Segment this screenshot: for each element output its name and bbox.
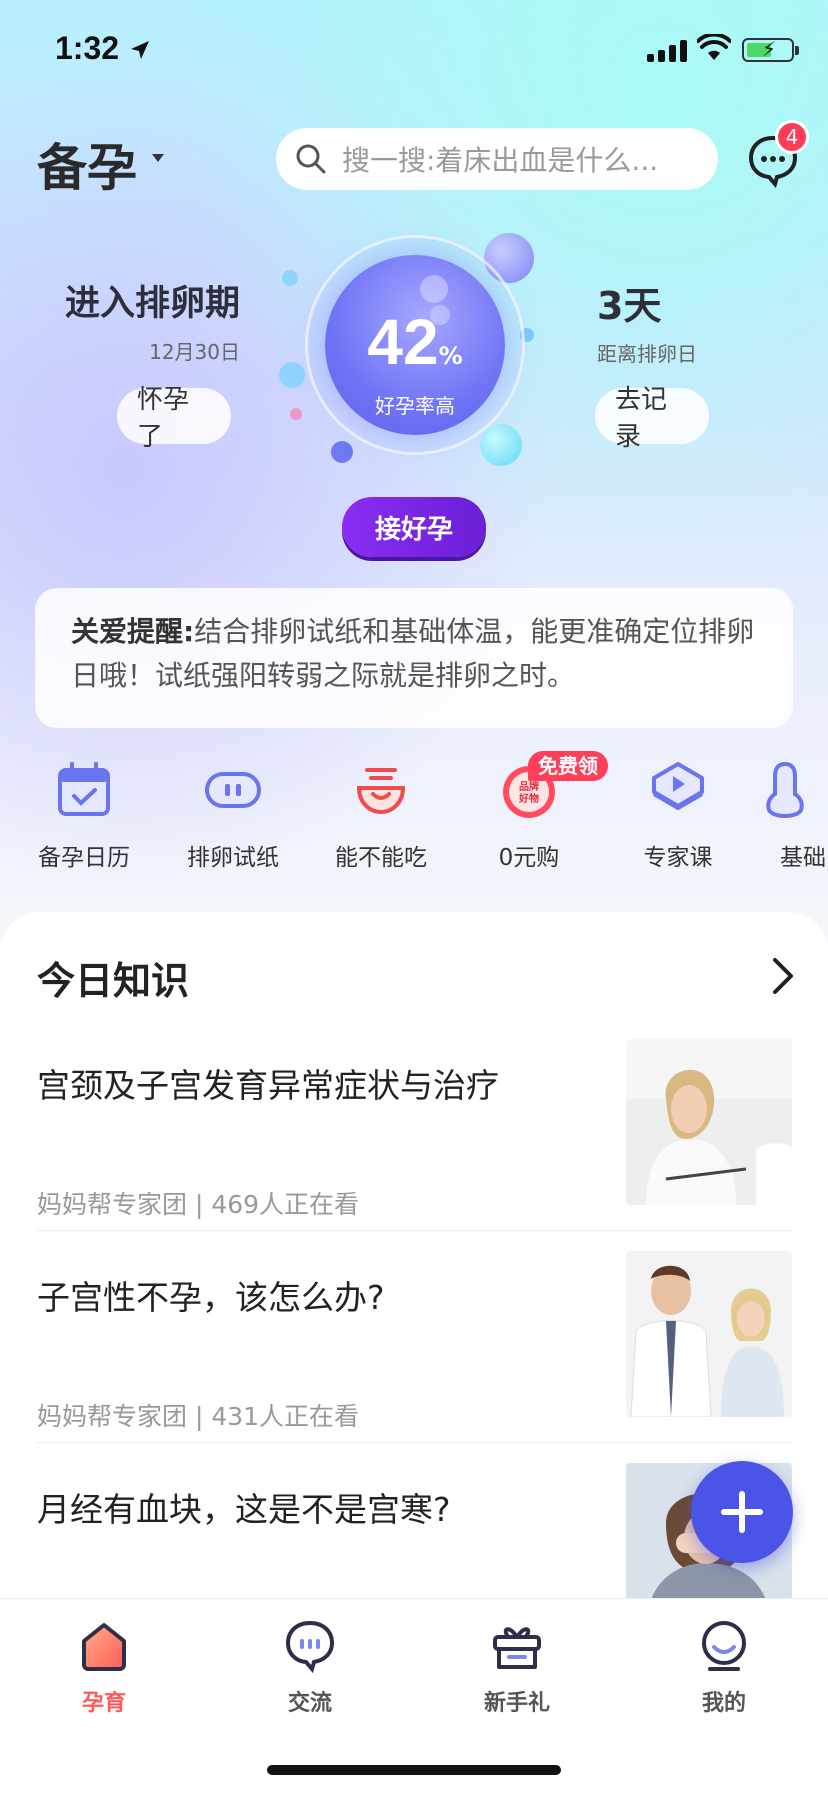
tab-label: 新手礼	[483, 1691, 550, 1716]
tab-xinshouli[interactable]: 新手礼	[457, 1617, 577, 1717]
caret-down-icon[interactable]	[152, 154, 164, 162]
add-post-button[interactable]	[691, 1461, 793, 1563]
calendar-icon	[58, 762, 110, 816]
shortcut-basal-temperature[interactable]: 基础	[752, 760, 828, 872]
message-badge: 4	[775, 120, 809, 154]
shortcut-label: 备孕日历	[38, 845, 130, 871]
section-title: 今日知识	[37, 959, 190, 1003]
pregnant-button[interactable]: 怀孕了	[117, 385, 231, 452]
profile-icon	[702, 1621, 746, 1671]
test-strip-icon	[205, 772, 261, 808]
ovulation-status-date: 12月30日	[149, 340, 240, 364]
divider	[37, 1230, 793, 1231]
article-title: 宫颈及子宫发育异常症状与治疗	[37, 1066, 499, 1105]
play-course-icon	[652, 762, 704, 810]
location-arrow-icon	[131, 41, 149, 59]
decorative-bubble	[279, 362, 305, 388]
shortcut-ovulation-calendar[interactable]: 备孕日历	[9, 760, 159, 872]
article-title: 月经有血块，这是不是宫寒?	[37, 1490, 451, 1529]
mode-selector[interactable]: 备孕	[37, 128, 137, 200]
article-item[interactable]: 子宫性不孕，该怎么办? 妈妈帮专家团 | 431人正在看	[37, 1251, 793, 1463]
shortcut-can-i-eat[interactable]: 能不能吃	[306, 760, 456, 872]
article-meta: 妈妈帮专家团 | 431人正在看	[37, 1402, 360, 1431]
article-thumbnail	[626, 1251, 792, 1417]
search-icon	[296, 144, 326, 174]
days-to-ovulation-value: 3天	[597, 284, 662, 328]
cellular-signal-icon	[647, 38, 687, 62]
shortcut-ovulation-test-strip[interactable]: 排卵试纸	[158, 760, 308, 872]
chevron-right-icon[interactable]	[770, 956, 796, 996]
shortcut-label: 0元购	[498, 845, 560, 871]
shortcut-label: 基础	[780, 845, 826, 871]
shortcut-label: 能不能吃	[335, 845, 427, 871]
article-thumbnail	[626, 1039, 792, 1205]
divider	[37, 1442, 793, 1443]
shortcut-label: 排卵试纸	[187, 845, 279, 871]
article-title: 子宫性不孕，该怎么办?	[37, 1278, 385, 1317]
record-button[interactable]: 去记录	[595, 385, 709, 452]
bowl-icon	[356, 768, 406, 815]
decorative-bubble	[290, 408, 302, 420]
bottom-tab-bar: 孕育 交流 新手礼 我的	[0, 1598, 828, 1793]
decorative-bubble	[282, 270, 298, 286]
wifi-icon	[697, 34, 731, 60]
shortcut-row: 备孕日历 排卵试纸 能不能吃 品牌 好物 0元购 专家课 基础	[0, 760, 828, 880]
thermometer-icon	[766, 761, 804, 818]
days-to-ovulation: 3天 距离排卵日	[597, 275, 697, 367]
tab-label: 孕育	[81, 1691, 126, 1716]
home-indicator	[267, 1765, 561, 1775]
chat-icon	[285, 1620, 335, 1674]
tab-jiaoliu[interactable]: 交流	[250, 1617, 370, 1717]
ovulation-status: 进入排卵期 12月30日	[40, 275, 240, 365]
tab-wode[interactable]: 我的	[664, 1617, 784, 1717]
care-reminder: 关爱提醒:结合排卵试纸和基础体温，能更准确定位排卵日哦！试纸强阳转弱之际就是排卵…	[35, 588, 793, 728]
home-icon	[82, 1623, 126, 1671]
tab-yunyu[interactable]: 孕育	[44, 1617, 164, 1717]
search-placeholder: 搜一搜:着床出血是什么...	[342, 144, 659, 177]
free-claim-tag: 免费领	[528, 751, 608, 781]
status-bar: 1:32 ⚡	[0, 0, 828, 100]
pregnancy-rate-value: 42%	[367, 306, 463, 378]
ovulation-status-title: 进入排卵期	[64, 284, 240, 324]
tab-label: 交流	[287, 1691, 332, 1716]
tab-label: 我的	[701, 1691, 746, 1716]
article-meta: 妈妈帮专家团 | 469人正在看	[37, 1190, 360, 1219]
search-input[interactable]: 搜一搜:着床出血是什么...	[276, 128, 718, 190]
svg-text:好物: 好物	[518, 792, 539, 805]
reminder-label: 关爱提醒:	[71, 615, 195, 648]
article-item[interactable]: 宫颈及子宫发育异常症状与治疗 妈妈帮专家团 | 469人正在看	[37, 1039, 793, 1251]
days-to-ovulation-label: 距离排卵日	[597, 342, 697, 366]
get-pregnant-button[interactable]: 接好孕	[342, 497, 486, 557]
shortcut-label: 专家课	[643, 845, 713, 871]
battery-icon: ⚡	[742, 37, 799, 62]
status-time: 1:32	[55, 30, 120, 66]
brand-goods-icon-text: 品牌	[519, 780, 539, 793]
pregnancy-rate-circle[interactable]: 42% 好孕率高	[305, 235, 525, 455]
gift-icon	[493, 1627, 541, 1669]
shortcut-expert-course[interactable]: 专家课	[603, 760, 753, 872]
pregnancy-rate-label: 好孕率高	[375, 394, 455, 418]
